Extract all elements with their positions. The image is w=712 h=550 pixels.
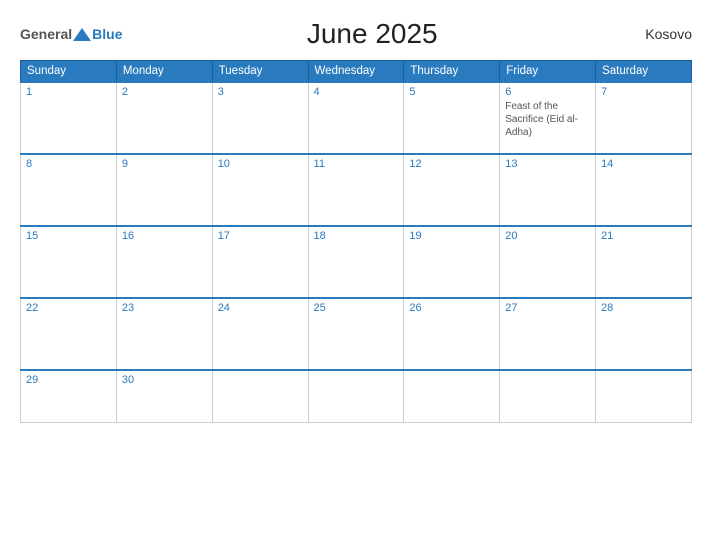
calendar-cell [212, 370, 308, 422]
calendar-cell: 5 [404, 82, 500, 154]
calendar-cell: 1 [21, 82, 117, 154]
day-number: 21 [601, 230, 686, 242]
calendar-cell: 15 [21, 226, 117, 298]
logo: General Blue [20, 27, 122, 41]
calendar-cell: 16 [116, 226, 212, 298]
calendar-cell [308, 370, 404, 422]
calendar-cell: 28 [596, 298, 692, 370]
calendar-cell: 13 [500, 154, 596, 226]
calendar-cell: 10 [212, 154, 308, 226]
calendar-week-row: 89 10 11 12 13 14 [21, 154, 692, 226]
calendar-cell: 9 [116, 154, 212, 226]
logo-blue-text: Blue [92, 27, 122, 41]
calendar-week-row: 15 16 17 18 19 20 21 [21, 226, 692, 298]
day-number: 23 [122, 302, 207, 314]
calendar-cell: 2 [116, 82, 212, 154]
calendar-week-row: 123456 Feast of the Sacrifice (Eid al-Adh… [21, 82, 692, 154]
day-number: 22 [26, 302, 111, 314]
page: General Blue June 2025 Kosovo Sunday Mon… [0, 0, 712, 550]
calendar-cell [500, 370, 596, 422]
calendar-table: Sunday Monday Tuesday Wednesday Thursday… [20, 60, 692, 423]
calendar-cell: 26 [404, 298, 500, 370]
calendar-cell: 30 [116, 370, 212, 422]
day-number: 27 [505, 302, 590, 314]
calendar-cell: 4 [308, 82, 404, 154]
day-number: 30 [122, 374, 207, 386]
calendar-cell: 19 [404, 226, 500, 298]
day-number: 19 [409, 230, 494, 242]
calendar-week-row: 29 30 [21, 370, 692, 422]
day-number: 7 [601, 86, 686, 98]
day-number: 4 [314, 86, 399, 98]
col-monday: Monday [116, 61, 212, 83]
day-number: 16 [122, 230, 207, 242]
day-number: 8 [26, 158, 111, 170]
holiday-label: Feast of the Sacrifice (Eid al-Adha) [505, 101, 578, 138]
calendar-cell: 20 [500, 226, 596, 298]
day-number: 28 [601, 302, 686, 314]
day-number: 10 [218, 158, 303, 170]
day-number: 3 [218, 86, 303, 98]
calendar-cell: 17 [212, 226, 308, 298]
col-thursday: Thursday [404, 61, 500, 83]
calendar-cell [596, 370, 692, 422]
day-number: 18 [314, 230, 399, 242]
day-number: 6 [505, 86, 590, 98]
day-number: 14 [601, 158, 686, 170]
calendar-cell: 8 [21, 154, 117, 226]
day-number: 11 [314, 158, 399, 170]
day-number: 24 [218, 302, 303, 314]
col-sunday: Sunday [21, 61, 117, 83]
day-number: 26 [409, 302, 494, 314]
calendar-cell: 22 [21, 298, 117, 370]
day-number: 17 [218, 230, 303, 242]
day-number: 2 [122, 86, 207, 98]
header: General Blue June 2025 Kosovo [20, 18, 692, 50]
calendar-cell: 29 [21, 370, 117, 422]
calendar-title: June 2025 [122, 18, 622, 50]
calendar-cell: 25 [308, 298, 404, 370]
calendar-cell: 3 [212, 82, 308, 154]
calendar-cell: 27 [500, 298, 596, 370]
col-tuesday: Tuesday [212, 61, 308, 83]
col-wednesday: Wednesday [308, 61, 404, 83]
day-number: 13 [505, 158, 590, 170]
day-number: 5 [409, 86, 494, 98]
day-number: 12 [409, 158, 494, 170]
logo-flag-icon [73, 27, 91, 41]
logo-general-text: General [20, 27, 72, 41]
day-number: 20 [505, 230, 590, 242]
calendar-cell: 24 [212, 298, 308, 370]
calendar-cell: 23 [116, 298, 212, 370]
calendar-cell: 12 [404, 154, 500, 226]
calendar-header-row: Sunday Monday Tuesday Wednesday Thursday… [21, 61, 692, 83]
calendar-week-row: 22 23 24 25 26 27 28 [21, 298, 692, 370]
day-number: 29 [26, 374, 111, 386]
day-number: 9 [122, 158, 207, 170]
day-number: 15 [26, 230, 111, 242]
calendar-cell: 6 Feast of the Sacrifice (Eid al-Adha) [500, 82, 596, 154]
calendar-cell: 11 [308, 154, 404, 226]
col-friday: Friday [500, 61, 596, 83]
calendar-cell: 21 [596, 226, 692, 298]
calendar-cell [404, 370, 500, 422]
calendar-cell: 18 [308, 226, 404, 298]
day-number: 25 [314, 302, 399, 314]
country-label: Kosovo [622, 26, 692, 42]
calendar-cell: 14 [596, 154, 692, 226]
calendar-cell: 7 [596, 82, 692, 154]
col-saturday: Saturday [596, 61, 692, 83]
day-number: 1 [26, 86, 111, 98]
